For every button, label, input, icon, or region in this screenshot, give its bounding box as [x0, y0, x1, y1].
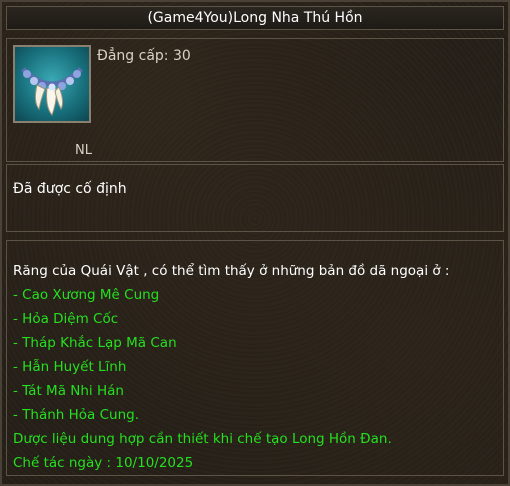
location-item: - Thánh Hỏa Cung. [13, 407, 140, 423]
item-level: Đẳng cấp: 30 [97, 48, 191, 64]
binding-panel: Đã được cố định [6, 164, 504, 232]
craft-note: Dược liệu dung hợp cần thiết khi chế tạo… [13, 431, 392, 447]
item-tooltip: (Game4You)Long Nha Thú Hồn Đẳng cấp: 30 … [0, 0, 510, 486]
description-panel: Răng của Quái Vật , có thể tìm thấy ở nh… [6, 240, 504, 476]
craft-date: Chế tác ngày : 10/10/2025 [13, 455, 194, 471]
location-item: - Tháp Khắc Lạp Mã Can [13, 335, 177, 351]
location-item: - Tát Mã Nhi Hán [13, 383, 124, 399]
description-intro: Răng của Quái Vật , có thể tìm thấy ở nh… [13, 263, 450, 279]
binding-status: Đã được cố định [13, 181, 127, 197]
item-header-panel: Đẳng cấp: 30 NL [6, 38, 504, 162]
item-type: NL [75, 143, 92, 158]
location-item: - Cao Xương Mê Cung [13, 287, 160, 303]
dragon-fang-necklace-icon [13, 45, 91, 123]
item-title-bar: (Game4You)Long Nha Thú Hồn [6, 6, 504, 30]
location-item: - Hỏa Diệm Cốc [13, 311, 119, 327]
location-item: - Hẫn Huyết Lĩnh [13, 359, 127, 375]
description-lines: Răng của Quái Vật , có thể tìm thấy ở nh… [13, 259, 449, 475]
item-title: (Game4You)Long Nha Thú Hồn [147, 10, 363, 26]
